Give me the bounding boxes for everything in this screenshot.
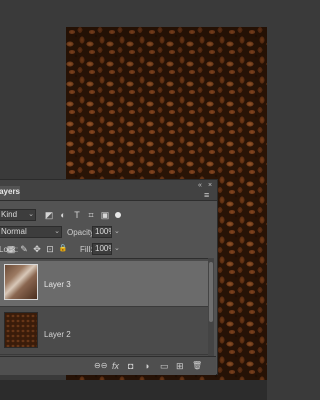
lock-all-icon[interactable]: 🔒 <box>58 243 68 255</box>
lock-transparent-icon[interactable]: ▦ <box>6 243 16 255</box>
adjustment-layer-icon[interactable]: ◑ <box>144 360 149 372</box>
link-layers-icon[interactable]: ⊖⊖ <box>94 360 107 372</box>
layer-name[interactable]: Layer 3 <box>44 280 71 289</box>
layers-list: Layer 3 Layer 2 <box>0 258 208 357</box>
blend-mode-select[interactable]: Normal ⌄ <box>0 226 62 238</box>
chevron-down-icon: ⌄ <box>54 228 60 235</box>
filter-row: Kind ⌄ ◩ ◐ T ⌗ ▣ <box>0 208 214 224</box>
layers-panel: Layers « × ≡ Kind ⌄ ◩ ◐ T ⌗ ▣ Normal ⌄ O… <box>0 179 218 375</box>
layer-thumbnail <box>4 264 38 300</box>
collapse-icon[interactable]: « <box>198 182 202 189</box>
panel-menu-icon[interactable]: ≡ <box>204 190 209 200</box>
add-mask-icon[interactable]: ◘ <box>128 360 133 372</box>
layer-row-layer-2[interactable]: Layer 2 <box>0 309 208 355</box>
fill-dropdown-icon[interactable]: ⌄ <box>114 243 122 255</box>
shape-filter-icon[interactable]: ⌗ <box>86 209 96 221</box>
fill-label: Fill: <box>80 245 93 254</box>
layer-name[interactable]: Layer 2 <box>44 330 71 339</box>
fill-field[interactable]: 100% <box>92 243 112 255</box>
blend-mode-value: Normal <box>1 227 27 236</box>
lock-artboard-icon[interactable]: ⊡ <box>45 243 55 255</box>
new-group-icon[interactable]: ▭ <box>160 360 169 372</box>
close-icon[interactable]: × <box>208 182 212 189</box>
filter-kind-select[interactable]: Kind ⌄ <box>0 209 36 221</box>
new-layer-icon[interactable]: ⊞ <box>176 360 184 372</box>
smart-object-filter-icon[interactable]: ▣ <box>100 209 110 221</box>
fx-icon[interactable]: fx <box>112 360 119 372</box>
tab-layers[interactable]: Layers <box>0 186 20 200</box>
panel-header: Layers « × <box>0 180 217 201</box>
opacity-field[interactable]: 100% <box>92 226 112 238</box>
filter-kind-value: Kind <box>1 210 18 219</box>
lock-row: Lock: ▦ ✎ ✥ ⊡ 🔒 Fill: 100% ⌄ <box>0 242 214 258</box>
lock-position-icon[interactable]: ✥ <box>32 243 42 255</box>
scrollbar-thumb[interactable] <box>209 262 213 322</box>
filter-toggle[interactable] <box>115 212 121 218</box>
workspace-bottom-strip <box>0 380 267 400</box>
layer-row-layer-3[interactable]: Layer 3 <box>0 261 208 307</box>
opacity-dropdown-icon[interactable]: ⌄ <box>114 226 122 238</box>
layers-scrollbar[interactable] <box>208 258 214 356</box>
layer-thumbnail <box>4 312 38 348</box>
chevron-down-icon: ⌄ <box>28 211 34 218</box>
adjustment-filter-icon[interactable]: ◐ <box>58 209 68 221</box>
lock-pixels-icon[interactable]: ✎ <box>19 243 29 255</box>
image-filter-icon[interactable]: ◩ <box>44 209 54 221</box>
delete-layer-icon[interactable]: 🗑 <box>192 360 202 372</box>
blend-row: Normal ⌄ Opacity: 100% ⌄ <box>0 225 214 241</box>
type-filter-icon[interactable]: T <box>72 209 82 221</box>
panel-footer: ⊖⊖ fx ◘ ◑ ▭ ⊞ 🗑 <box>0 356 216 375</box>
